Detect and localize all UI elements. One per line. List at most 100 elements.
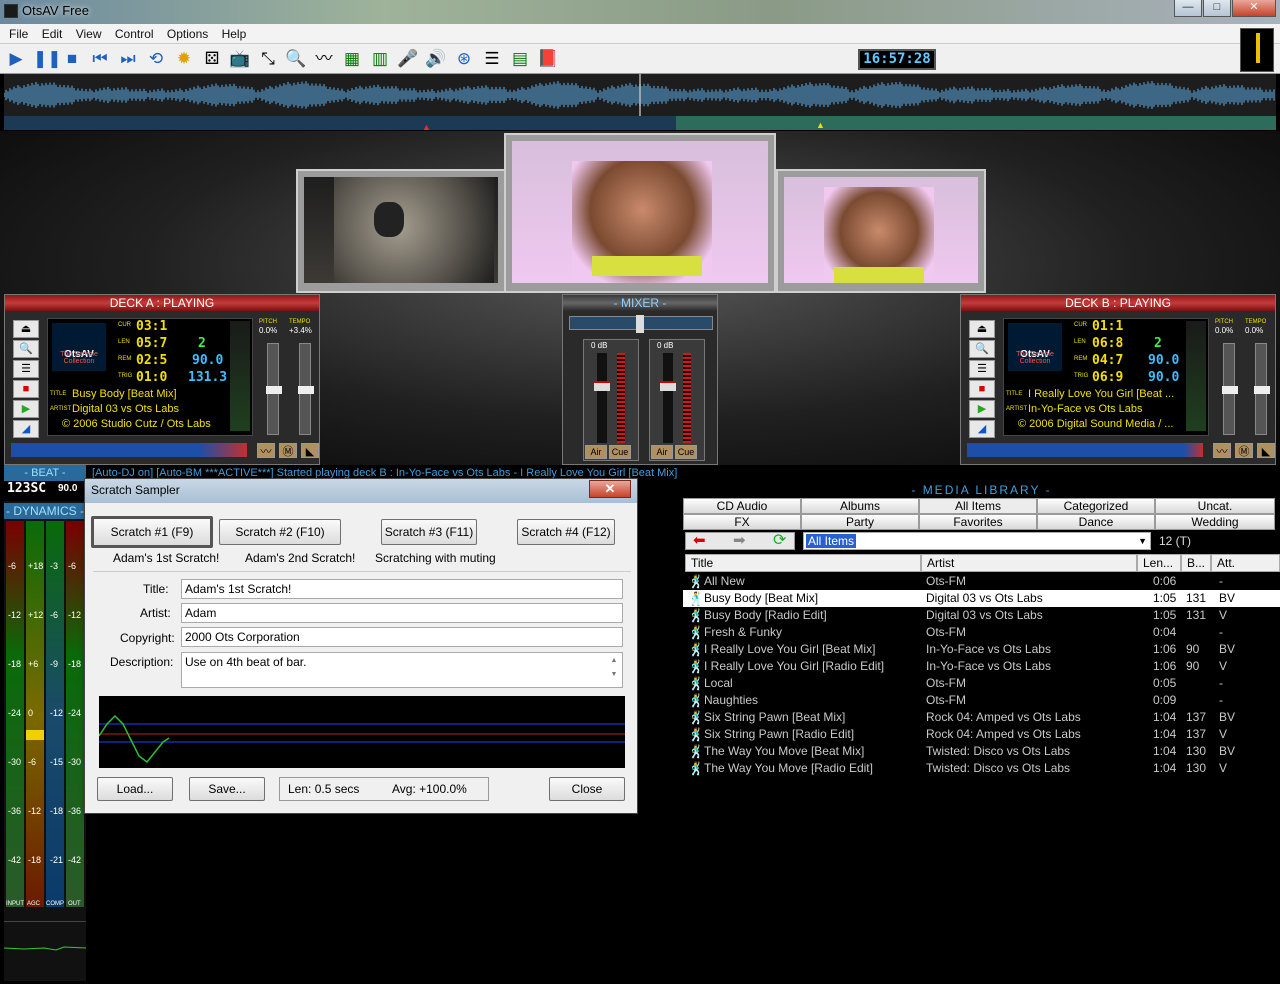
eject-icon[interactable]: ⏏ bbox=[13, 320, 39, 338]
title-field[interactable]: Adam's 1st Scratch! bbox=[181, 579, 623, 599]
left-air-button[interactable]: Air bbox=[585, 445, 607, 459]
minimize-button[interactable]: — bbox=[1174, 0, 1202, 17]
scratch-1-button[interactable]: Scratch #1 (F9) bbox=[91, 516, 213, 548]
stop-icon[interactable]: ■ bbox=[61, 49, 83, 69]
deck-b-eject-icon[interactable]: ⏏ bbox=[969, 320, 995, 338]
scratch-4-button[interactable]: Scratch #4 (F12) bbox=[517, 519, 615, 545]
deck-b-progress[interactable] bbox=[967, 443, 1203, 457]
library-tab[interactable]: Favorites bbox=[919, 514, 1037, 530]
library-row[interactable]: 🕺 The Way You Move [Radio Edit] Twisted: D… bbox=[683, 760, 1280, 777]
library-tab[interactable]: Party bbox=[801, 514, 919, 530]
crop-icon[interactable]: ⤡ bbox=[257, 49, 279, 69]
description-field[interactable]: Use on 4th beat of bar. bbox=[181, 652, 623, 688]
library-tab[interactable]: Uncat. bbox=[1155, 498, 1275, 514]
media-library-icon[interactable]: ▤ bbox=[509, 49, 531, 69]
menu-file[interactable]: File bbox=[4, 24, 33, 44]
description-scrollbar[interactable]: ▲ ▼ bbox=[608, 654, 620, 686]
refresh-icon[interactable]: ⟳ bbox=[773, 532, 786, 549]
deck-b-lock-icon[interactable]: Ⓜ bbox=[1235, 443, 1253, 458]
cd-icon[interactable]: ⊛ bbox=[453, 49, 475, 69]
volume-icon[interactable]: 🔊 bbox=[425, 49, 447, 69]
deck-b-ramp-icon[interactable]: ◢ bbox=[969, 420, 995, 438]
deck-b-wave-icon[interactable]: 〰 bbox=[1213, 443, 1231, 458]
deck-a-play-icon[interactable]: ▶ bbox=[13, 400, 39, 418]
deck-a-progress[interactable] bbox=[11, 443, 247, 457]
crossfader[interactable] bbox=[569, 315, 713, 333]
right-air-button[interactable]: Air bbox=[651, 445, 673, 459]
deck-a-wave-icon[interactable]: 〰 bbox=[257, 443, 275, 458]
loop-icon[interactable]: ⟲ bbox=[145, 49, 167, 69]
save-button[interactable]: Save... bbox=[189, 777, 265, 801]
library-row[interactable]: 🕺 Busy Body [Radio Edit] Digital 03 vs Ots… bbox=[683, 607, 1280, 624]
search-icon[interactable]: 🔍 bbox=[285, 49, 307, 69]
column-artist[interactable]: Artist bbox=[921, 554, 1137, 572]
deck-b-pitch-slider[interactable] bbox=[1222, 343, 1238, 435]
scratch-3-button[interactable]: Scratch #3 (F11) bbox=[381, 519, 477, 545]
deck-a-lock-icon[interactable]: Ⓜ bbox=[279, 443, 297, 458]
left-cue-button[interactable]: Cue bbox=[609, 445, 631, 459]
timeline-bar[interactable]: ▲ ▲ bbox=[4, 116, 1276, 132]
mixer-left-fader[interactable] bbox=[594, 353, 610, 443]
video-icon[interactable]: 📺 bbox=[229, 49, 251, 69]
library-row[interactable]: 🕺 All New Ots-FM 0:06 - bbox=[683, 573, 1280, 590]
deck-a-ramp-down-icon[interactable]: ◣ bbox=[301, 443, 319, 458]
dialog-close-button[interactable]: Close bbox=[549, 777, 625, 801]
mic-icon[interactable]: 🎤 bbox=[397, 49, 419, 69]
deck-b-ramp-down-icon[interactable]: ◣ bbox=[1257, 443, 1275, 458]
library-row[interactable]: 🕺 Naughties Ots-FM 0:09 - bbox=[683, 692, 1280, 709]
menu-control[interactable]: Control bbox=[110, 24, 159, 44]
deck-a-pitch-slider[interactable] bbox=[266, 343, 282, 435]
book-icon[interactable]: 📕 bbox=[537, 49, 559, 69]
column-bpm[interactable]: B... bbox=[1181, 554, 1211, 572]
deck-a-search-icon[interactable]: 🔍 bbox=[13, 340, 39, 358]
column-length[interactable]: Len... bbox=[1137, 554, 1181, 572]
deck-a-stop-icon[interactable]: ■ bbox=[13, 380, 39, 398]
copyright-field[interactable]: 2000 Ots Corporation bbox=[181, 627, 623, 647]
next-icon[interactable]: ⏭ bbox=[117, 49, 139, 69]
filter-dropdown[interactable]: All Items ▼ bbox=[803, 532, 1151, 550]
back-arrow-icon[interactable]: ⬅ bbox=[693, 533, 706, 548]
library-row[interactable]: 🕺 Fresh & Funky Ots-FM 0:04 - bbox=[683, 624, 1280, 641]
waveform-overview[interactable] bbox=[4, 74, 1276, 116]
menu-help[interactable]: Help bbox=[217, 24, 252, 44]
right-cue-button[interactable]: Cue bbox=[675, 445, 697, 459]
deck-b-play-icon[interactable]: ▶ bbox=[969, 400, 995, 418]
library-tab[interactable]: Categorized bbox=[1037, 498, 1155, 514]
meter-icon[interactable]: ▥ bbox=[369, 49, 391, 69]
prev-icon[interactable]: ⏮ bbox=[89, 49, 111, 69]
deck-b-tempo-slider[interactable] bbox=[1254, 343, 1270, 435]
menu-view[interactable]: View bbox=[71, 24, 107, 44]
deck-a-tempo-slider[interactable] bbox=[298, 343, 314, 435]
library-tab[interactable]: Dance bbox=[1037, 514, 1155, 530]
library-row[interactable]: 🕺 The Way You Move [Beat Mix] Twisted: Dis… bbox=[683, 743, 1280, 760]
eq-icon[interactable]: ▦ bbox=[341, 49, 363, 69]
maximize-button[interactable]: □ bbox=[1203, 0, 1231, 17]
menu-options[interactable]: Options bbox=[162, 24, 213, 44]
library-tab[interactable]: All Items bbox=[919, 498, 1037, 514]
random-icon[interactable]: ⚄ bbox=[201, 49, 223, 69]
library-row[interactable]: 🕺 I Really Love You Girl [Radio Edit] In-Y… bbox=[683, 658, 1280, 675]
column-attributes[interactable]: Att. bbox=[1211, 554, 1280, 572]
menu-edit[interactable]: Edit bbox=[37, 24, 68, 44]
library-tab[interactable]: FX bbox=[683, 514, 801, 530]
library-tab[interactable]: CD Audio bbox=[683, 498, 801, 514]
artist-field[interactable]: Adam bbox=[181, 603, 623, 623]
load-button[interactable]: Load... bbox=[97, 777, 173, 801]
scratch-2-button[interactable]: Scratch #2 (F10) bbox=[219, 519, 341, 545]
library-row[interactable]: 🕺 Six String Pawn [Beat Mix] Rock 04: Ampe… bbox=[683, 709, 1280, 726]
deck-b-search-icon[interactable]: 🔍 bbox=[969, 340, 995, 358]
chevron-down-icon[interactable]: ▼ bbox=[1138, 533, 1147, 549]
library-row[interactable]: 🕺 Local Ots-FM 0:05 - bbox=[683, 675, 1280, 692]
play-icon[interactable]: ▶ bbox=[5, 49, 27, 69]
close-window-button[interactable]: ✕ bbox=[1232, 0, 1276, 17]
dialog-close-icon[interactable]: ✕ bbox=[589, 480, 631, 498]
library-row[interactable]: 🕺 Busy Body [Beat Mix] Digital 03 vs Ots L… bbox=[683, 590, 1280, 607]
deck-b-list-icon[interactable]: ☰ bbox=[969, 360, 995, 378]
effects-icon[interactable]: ✹ bbox=[173, 49, 195, 69]
playlist-icon[interactable]: ☰ bbox=[481, 49, 503, 69]
library-tab[interactable]: Albums bbox=[801, 498, 919, 514]
library-row[interactable]: 🕺 Six String Pawn [Radio Edit] Rock 04: Am… bbox=[683, 726, 1280, 743]
library-row[interactable]: 🕺 I Really Love You Girl [Beat Mix] In-Yo-… bbox=[683, 641, 1280, 658]
forward-arrow-icon[interactable]: ➡ bbox=[733, 533, 746, 548]
library-tab[interactable]: Wedding bbox=[1155, 514, 1275, 530]
